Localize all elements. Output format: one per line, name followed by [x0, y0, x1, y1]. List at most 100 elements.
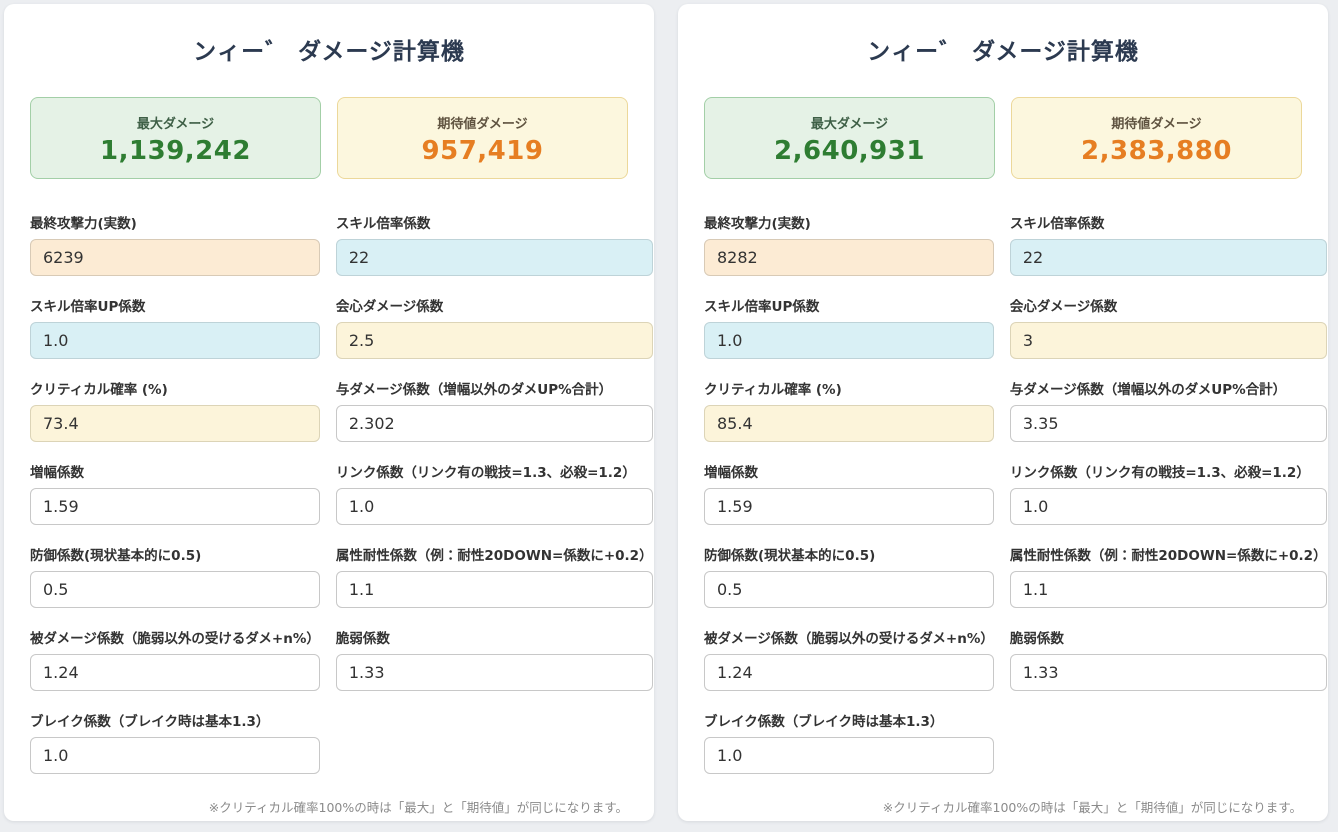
field-group: 属性耐性係数（例：耐性20DOWN=係数に+0.2）: [336, 544, 653, 608]
field-input-0-5[interactable]: [336, 405, 653, 442]
field-label: リンク係数（リンク有の戦技=1.3、必殺=1.2）: [336, 461, 653, 481]
field-group: 脆弱係数: [336, 627, 653, 691]
field-label: 防御係数(現状基本的に0.5): [704, 544, 994, 564]
field-group: 属性耐性係数（例：耐性20DOWN=係数に+0.2）: [1010, 544, 1327, 608]
input-fields-grid: 最終攻撃力(実数) スキル倍率係数 スキル倍率UP係数 会心ダメージ係数 クリテ…: [30, 212, 628, 793]
field-group: クリティカル確率 (%): [704, 378, 994, 442]
field-input-0-10[interactable]: [30, 654, 320, 691]
field-input-1-3[interactable]: [1010, 322, 1327, 359]
field-group: スキル倍率係数: [336, 212, 653, 276]
field-input-0-11[interactable]: [336, 654, 653, 691]
field-label: クリティカル確率 (%): [704, 378, 994, 398]
expected-damage-value: 957,419: [338, 136, 627, 166]
field-input-1-2[interactable]: [704, 322, 994, 359]
field-group: 被ダメージ係数（脆弱以外の受けるダメ+n%）: [30, 627, 320, 691]
field-group: 増幅係数: [30, 461, 320, 525]
field-label: 防御係数(現状基本的に0.5): [30, 544, 320, 564]
field-label: 被ダメージ係数（脆弱以外の受けるダメ+n%）: [704, 627, 994, 647]
field-input-0-4[interactable]: [30, 405, 320, 442]
calculator-cards-container: ンィー゛ ダメージ計算機 最大ダメージ 1,139,242 期待値ダメージ 95…: [4, 4, 1328, 832]
field-input-1-8[interactable]: [704, 571, 994, 608]
damage-calculator-card: ンィー゛ ダメージ計算機 最大ダメージ 2,640,931 期待値ダメージ 2,…: [678, 4, 1328, 821]
expected-damage-label: 期待値ダメージ: [338, 113, 627, 132]
field-label: 与ダメージ係数（増幅以外のダメUP%合計）: [1010, 378, 1327, 398]
field-input-1-5[interactable]: [1010, 405, 1327, 442]
field-label: 会心ダメージ係数: [336, 295, 653, 315]
field-group: 防御係数(現状基本的に0.5): [30, 544, 320, 608]
field-label: ブレイク係数（ブレイク時は基本1.3）: [704, 710, 994, 730]
footnote: ※クリティカル確率100%の時は「最大」と「期待値」が同じになります。: [704, 797, 1302, 816]
field-group: リンク係数（リンク有の戦技=1.3、必殺=1.2）: [1010, 461, 1327, 525]
max-damage-label: 最大ダメージ: [31, 113, 320, 132]
input-fields-grid: 最終攻撃力(実数) スキル倍率係数 スキル倍率UP係数 会心ダメージ係数 クリテ…: [704, 212, 1302, 793]
field-group: 会心ダメージ係数: [336, 295, 653, 359]
damage-calculator-card: ンィー゛ ダメージ計算機 最大ダメージ 1,139,242 期待値ダメージ 95…: [4, 4, 654, 821]
field-group: 与ダメージ係数（増幅以外のダメUP%合計）: [336, 378, 653, 442]
field-input-0-6[interactable]: [30, 488, 320, 525]
field-group: 与ダメージ係数（増幅以外のダメUP%合計）: [1010, 378, 1327, 442]
expected-damage-value: 2,383,880: [1012, 136, 1301, 166]
field-input-1-1[interactable]: [1010, 239, 1327, 276]
expected-damage-label: 期待値ダメージ: [1012, 113, 1301, 132]
results-row: 最大ダメージ 1,139,242 期待値ダメージ 957,419: [30, 97, 628, 179]
expected-damage-box: 期待値ダメージ 2,383,880: [1011, 97, 1302, 179]
field-label: 増幅係数: [30, 461, 320, 481]
field-group: ブレイク係数（ブレイク時は基本1.3）: [30, 710, 320, 774]
field-input-0-7[interactable]: [336, 488, 653, 525]
field-label: スキル倍率UP係数: [30, 295, 320, 315]
field-group: スキル倍率UP係数: [704, 295, 994, 359]
max-damage-label: 最大ダメージ: [705, 113, 994, 132]
expected-damage-box: 期待値ダメージ 957,419: [337, 97, 628, 179]
field-group: リンク係数（リンク有の戦技=1.3、必殺=1.2）: [336, 461, 653, 525]
footnote: ※クリティカル確率100%の時は「最大」と「期待値」が同じになります。: [30, 797, 628, 816]
field-input-1-7[interactable]: [1010, 488, 1327, 525]
max-damage-box: 最大ダメージ 1,139,242: [30, 97, 321, 179]
field-label: ブレイク係数（ブレイク時は基本1.3）: [30, 710, 320, 730]
field-label: 属性耐性係数（例：耐性20DOWN=係数に+0.2）: [1010, 544, 1327, 564]
field-group: 防御係数(現状基本的に0.5): [704, 544, 994, 608]
calculator-title: ンィー゛ ダメージ計算機: [30, 38, 628, 68]
calculator-title: ンィー゛ ダメージ計算機: [704, 38, 1302, 68]
field-group: 最終攻撃力(実数): [30, 212, 320, 276]
field-label: スキル倍率係数: [1010, 212, 1327, 232]
max-damage-value: 1,139,242: [31, 136, 320, 166]
field-label: スキル倍率係数: [336, 212, 653, 232]
field-label: 与ダメージ係数（増幅以外のダメUP%合計）: [336, 378, 653, 398]
max-damage-value: 2,640,931: [705, 136, 994, 166]
field-label: 属性耐性係数（例：耐性20DOWN=係数に+0.2）: [336, 544, 653, 564]
field-group: 増幅係数: [704, 461, 994, 525]
field-input-1-0[interactable]: [704, 239, 994, 276]
field-input-0-3[interactable]: [336, 322, 653, 359]
field-input-0-0[interactable]: [30, 239, 320, 276]
field-group: ブレイク係数（ブレイク時は基本1.3）: [704, 710, 994, 774]
field-label: 脆弱係数: [1010, 627, 1327, 647]
field-label: 最終攻撃力(実数): [704, 212, 994, 232]
field-label: リンク係数（リンク有の戦技=1.3、必殺=1.2）: [1010, 461, 1327, 481]
field-label: 会心ダメージ係数: [1010, 295, 1327, 315]
field-input-1-6[interactable]: [704, 488, 994, 525]
field-input-1-9[interactable]: [1010, 571, 1327, 608]
field-group: クリティカル確率 (%): [30, 378, 320, 442]
field-input-1-10[interactable]: [704, 654, 994, 691]
field-input-1-4[interactable]: [704, 405, 994, 442]
field-input-0-9[interactable]: [336, 571, 653, 608]
field-input-0-2[interactable]: [30, 322, 320, 359]
field-input-1-12[interactable]: [704, 737, 994, 774]
field-input-0-12[interactable]: [30, 737, 320, 774]
field-label: 被ダメージ係数（脆弱以外の受けるダメ+n%）: [30, 627, 320, 647]
field-label: 脆弱係数: [336, 627, 653, 647]
field-group: 被ダメージ係数（脆弱以外の受けるダメ+n%）: [704, 627, 994, 691]
field-input-0-1[interactable]: [336, 239, 653, 276]
field-input-1-11[interactable]: [1010, 654, 1327, 691]
field-group: スキル倍率係数: [1010, 212, 1327, 276]
field-label: 最終攻撃力(実数): [30, 212, 320, 232]
field-label: 増幅係数: [704, 461, 994, 481]
page-background: ンィー゛ ダメージ計算機 最大ダメージ 1,139,242 期待値ダメージ 95…: [0, 0, 1338, 832]
field-group: 会心ダメージ係数: [1010, 295, 1327, 359]
results-row: 最大ダメージ 2,640,931 期待値ダメージ 2,383,880: [704, 97, 1302, 179]
field-label: クリティカル確率 (%): [30, 378, 320, 398]
field-group: スキル倍率UP係数: [30, 295, 320, 359]
max-damage-box: 最大ダメージ 2,640,931: [704, 97, 995, 179]
field-input-0-8[interactable]: [30, 571, 320, 608]
field-group: 脆弱係数: [1010, 627, 1327, 691]
